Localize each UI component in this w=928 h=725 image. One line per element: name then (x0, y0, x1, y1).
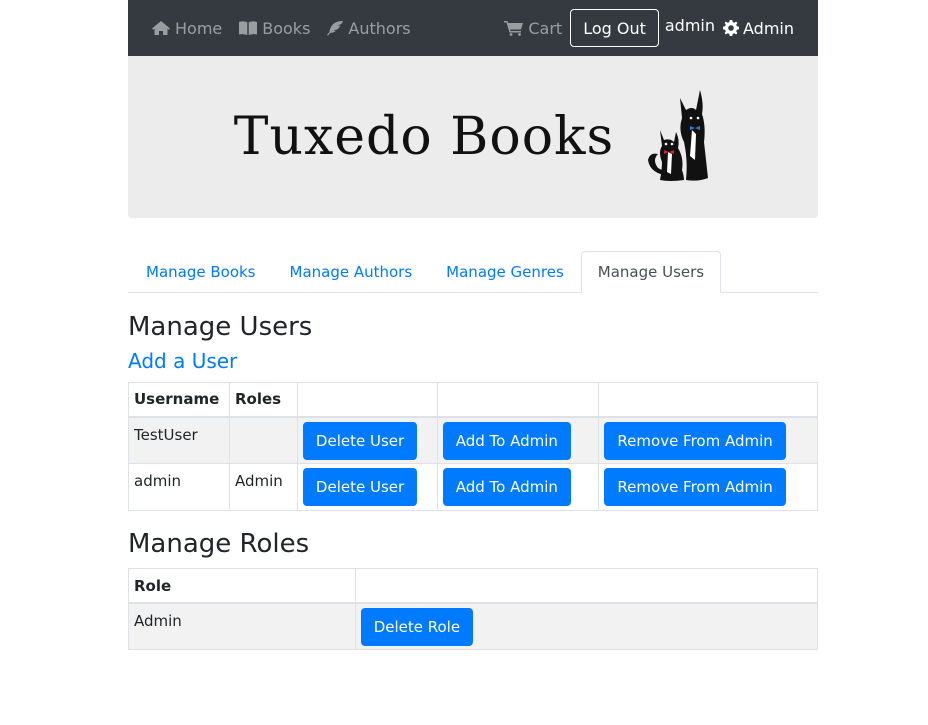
nav-home-label: Home (175, 18, 223, 38)
nav-right: Cart Log Out admin Admin (504, 9, 794, 47)
tab-manage-authors[interactable]: Manage Authors (273, 251, 430, 293)
column-header-username: Username (128, 382, 230, 418)
roles-table: Role Admin Delete Role (128, 568, 819, 651)
nav-books-label: Books (262, 18, 311, 38)
manage-users-heading: Manage Users (128, 312, 313, 342)
remove-from-admin-button[interactable]: Remove From Admin (604, 421, 786, 460)
user-username-cell: TestUser (128, 416, 230, 465)
table-row: Admin Delete Role (128, 602, 819, 651)
column-header-delete (296, 382, 438, 418)
user-roles-cell (228, 416, 298, 465)
add-to-admin-button[interactable]: Add To Admin (442, 468, 571, 507)
nav-cart-link[interactable]: Cart (504, 19, 562, 38)
delete-user-button[interactable]: Delete User (302, 468, 418, 507)
remove-from-admin-button[interactable]: Remove From Admin (604, 468, 786, 507)
tab-manage-genres[interactable]: Manage Genres (429, 251, 581, 293)
logout-button[interactable]: Log Out (570, 9, 659, 47)
column-header-add-admin (436, 382, 600, 418)
users-table: Username Roles TestUser Delete User Add … (128, 382, 818, 512)
nav-authors-link[interactable]: Authors (326, 18, 411, 38)
delete-user-button[interactable]: Delete User (302, 421, 418, 460)
page-container: Home Books Authors Cart Log Out admin Ad… (128, 0, 819, 651)
user-delete-cell: Delete User (296, 463, 438, 512)
tab-manage-books[interactable]: Manage Books (129, 251, 273, 293)
column-header-role: Role (128, 568, 356, 604)
user-add-admin-cell: Add To Admin (436, 463, 600, 512)
brand-banner: Tuxedo Books (128, 56, 818, 218)
nav-home-link[interactable]: Home (151, 19, 222, 38)
cart-icon (504, 21, 524, 36)
user-delete-cell: Delete User (296, 416, 438, 465)
brand-title: Tuxedo Books (233, 107, 615, 167)
book-open-icon (239, 21, 258, 35)
column-header-remove-admin (598, 382, 818, 418)
add-to-admin-button[interactable]: Add To Admin (442, 421, 571, 460)
user-remove-admin-cell: Remove From Admin (598, 416, 818, 465)
nav-admin-link[interactable]: Admin (723, 19, 794, 38)
nav-authors-label: Authors (348, 18, 411, 38)
column-header-role-actions (354, 568, 819, 604)
admin-tabs: Manage Books Manage Authors Manage Genre… (128, 251, 818, 293)
nav-cart-label: Cart (528, 18, 563, 38)
current-username: admin (664, 15, 715, 35)
tab-manage-users[interactable]: Manage Users (580, 251, 722, 293)
role-delete-cell: Delete Role (354, 602, 819, 651)
nav-books-link[interactable]: Books (238, 19, 310, 38)
user-username-cell: admin (128, 463, 230, 512)
roles-table-header: Role (128, 568, 819, 604)
manage-roles-heading: Manage Roles (128, 529, 310, 560)
add-user-link[interactable]: Add a User (128, 349, 818, 373)
nav-admin-label: Admin (743, 18, 794, 38)
delete-role-button[interactable]: Delete Role (360, 607, 474, 646)
column-header-roles: Roles (228, 382, 298, 418)
tuxedo-cats-logo (648, 90, 709, 181)
role-name-cell: Admin (128, 602, 356, 651)
gear-icon (723, 20, 739, 36)
user-add-admin-cell: Add To Admin (436, 416, 600, 465)
user-roles-cell: Admin (228, 463, 298, 512)
user-remove-admin-cell: Remove From Admin (598, 463, 818, 512)
table-row: TestUser Delete User Add To Admin Remove… (128, 416, 818, 465)
table-row: admin Admin Delete User Add To Admin Rem… (128, 463, 818, 512)
users-table-header: Username Roles (128, 382, 818, 418)
home-icon (152, 21, 170, 35)
navbar: Home Books Authors Cart Log Out admin Ad… (128, 0, 818, 56)
feather-icon (327, 21, 344, 36)
nav-left: Home Books Authors (151, 19, 427, 38)
